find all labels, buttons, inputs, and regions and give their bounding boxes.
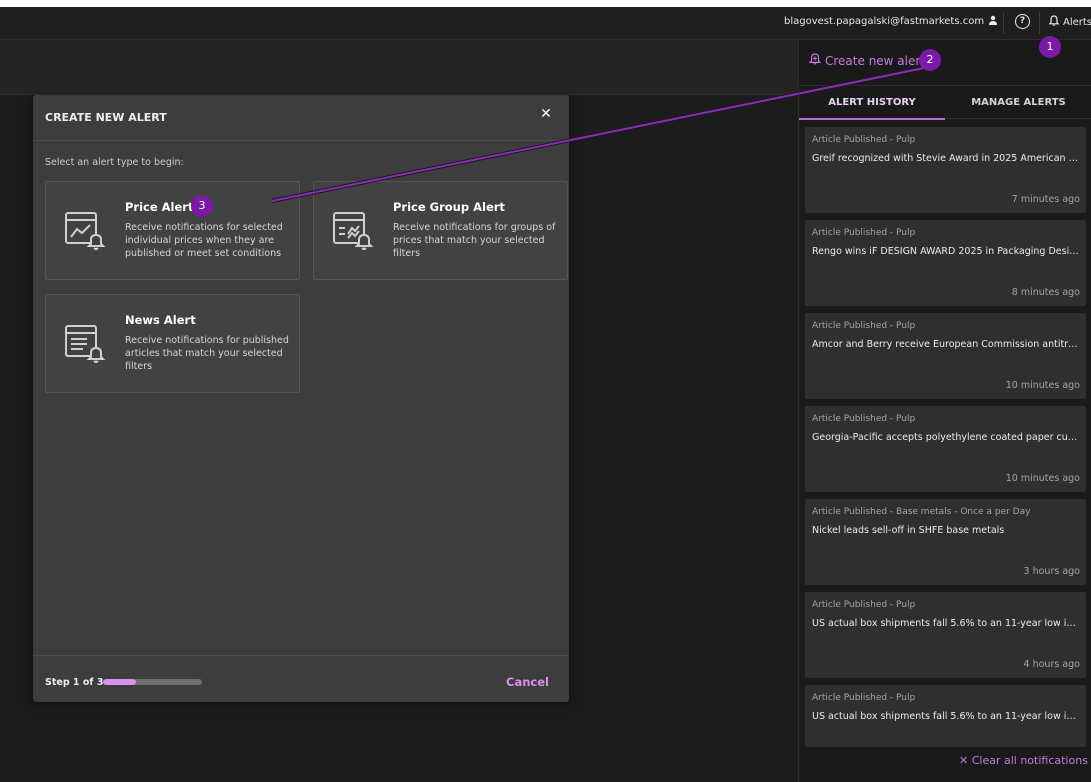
help-icon[interactable]: ? <box>1015 14 1030 29</box>
news-alert-option[interactable]: News Alert Receive notifications for pub… <box>45 294 300 393</box>
step-progress-bar <box>103 679 202 685</box>
notification-item[interactable]: Article Published - Pulp Amcor and Berry… <box>805 313 1086 399</box>
notification-time: 8 minutes ago <box>1011 287 1080 298</box>
user-menu[interactable]: blagovest.papagalski@fastmarkets.com <box>784 15 998 28</box>
notification-title: Amcor and Berry receive European Commiss… <box>812 339 1080 350</box>
bell-icon <box>1048 15 1060 29</box>
notification-item[interactable]: Article Published - Pulp Rengo wins iF D… <box>805 220 1086 306</box>
notification-time: 7 minutes ago <box>1011 194 1080 205</box>
notification-item[interactable]: Article Published - Pulp US actual box s… <box>805 592 1086 678</box>
annotation-badge: 3 <box>191 195 213 217</box>
notification-category: Article Published - Base metals - Once a… <box>812 507 1031 517</box>
dialog-title: CREATE NEW ALERT <box>45 111 167 124</box>
notification-title: Georgia-Pacific accepts polyethylene coa… <box>812 432 1080 443</box>
create-new-alert-link[interactable]: Create new alert <box>808 53 926 68</box>
notification-title: US actual box shipments fall 5.6% to an … <box>812 711 1080 722</box>
notification-category: Article Published - Pulp <box>812 228 916 238</box>
price-group-alert-option[interactable]: Price Group Alert Receive notifications … <box>313 181 568 280</box>
option-name: Price Alert <box>125 200 194 214</box>
top-bar: blagovest.papagalski@fastmarkets.com ? A… <box>0 7 1091 40</box>
notification-time: 10 minutes ago <box>1005 473 1080 484</box>
close-icon: ✕ <box>959 754 969 767</box>
notification-title: US actual box shipments fall 5.6% to an … <box>812 618 1080 629</box>
price-alert-option[interactable]: Price Alert Receive notifications for se… <box>45 181 300 280</box>
annotation-badge: 2 <box>919 49 941 71</box>
alerts-panel: Create new alert ALERT HISTORY MANAGE AL… <box>798 40 1091 782</box>
price-group-alert-icon <box>331 209 375 253</box>
notification-item[interactable]: Article Published - Pulp Greif recognize… <box>805 127 1086 213</box>
step-progress-fill <box>103 679 136 685</box>
alert-plus-icon <box>808 53 822 68</box>
alerts-button[interactable]: Alerts <box>1048 15 1091 29</box>
user-email: blagovest.papagalski@fastmarkets.com <box>784 16 985 27</box>
notification-item[interactable]: Article Published - Pulp US actual box s… <box>805 685 1086 747</box>
close-icon[interactable]: ✕ <box>539 107 553 121</box>
notification-time: 10 minutes ago <box>1005 380 1080 391</box>
notification-category: Article Published - Pulp <box>812 414 916 424</box>
notification-time: 3 hours ago <box>1023 566 1080 577</box>
app-window: blagovest.papagalski@fastmarkets.com ? A… <box>0 7 1091 782</box>
option-description: Receive notifications for selected indiv… <box>125 222 283 259</box>
notification-title: Greif recognized with Stevie Award in 20… <box>812 153 1080 164</box>
alerts-label: Alerts <box>1063 16 1091 28</box>
notification-item[interactable]: Article Published - Base metals - Once a… <box>805 499 1086 585</box>
tab-alert-history[interactable]: ALERT HISTORY <box>799 86 945 120</box>
clear-all-notifications-button[interactable]: ✕ Clear all notifications <box>959 754 1088 767</box>
dialog-header: CREATE NEW ALERT ✕ <box>33 95 569 141</box>
notification-category: Article Published - Pulp <box>812 321 916 331</box>
notification-item[interactable]: Article Published - Pulp Georgia-Pacific… <box>805 406 1086 492</box>
notification-category: Article Published - Pulp <box>812 693 916 703</box>
create-alert-dialog: CREATE NEW ALERT ✕ Select an alert type … <box>33 95 569 702</box>
option-name: Price Group Alert <box>393 200 505 214</box>
notification-title: Nickel leads sell-off in SHFE base metal… <box>812 525 1005 536</box>
dialog-footer: Step 1 of 3 Cancel <box>33 655 569 702</box>
page-toolbar <box>0 40 798 95</box>
notification-category: Article Published - Pulp <box>812 600 916 610</box>
price-alert-icon <box>63 209 107 253</box>
dialog-prompt: Select an alert type to begin: <box>45 157 184 168</box>
news-alert-icon <box>63 322 107 366</box>
option-name: News Alert <box>125 313 196 327</box>
notification-time: 4 hours ago <box>1023 659 1080 670</box>
annotation-badge: 1 <box>1039 36 1061 58</box>
option-description: Receive notifications for published arti… <box>125 335 289 372</box>
clear-all-label: Clear all notifications <box>971 754 1088 767</box>
notification-category: Article Published - Pulp <box>812 135 916 145</box>
option-description: Receive notifications for groups of pric… <box>393 222 556 259</box>
tab-manage-alerts[interactable]: MANAGE ALERTS <box>945 86 1091 119</box>
divider <box>1003 12 1004 34</box>
notification-title: Rengo wins iF DESIGN AWARD 2025 in Packa… <box>812 246 1080 257</box>
divider <box>1039 12 1040 34</box>
cancel-button[interactable]: Cancel <box>506 675 549 689</box>
create-new-alert-label: Create new alert <box>825 53 926 68</box>
step-indicator: Step 1 of 3 <box>45 677 104 688</box>
alert-tabs: ALERT HISTORY MANAGE ALERTS <box>799 85 1091 120</box>
user-icon <box>988 15 998 28</box>
